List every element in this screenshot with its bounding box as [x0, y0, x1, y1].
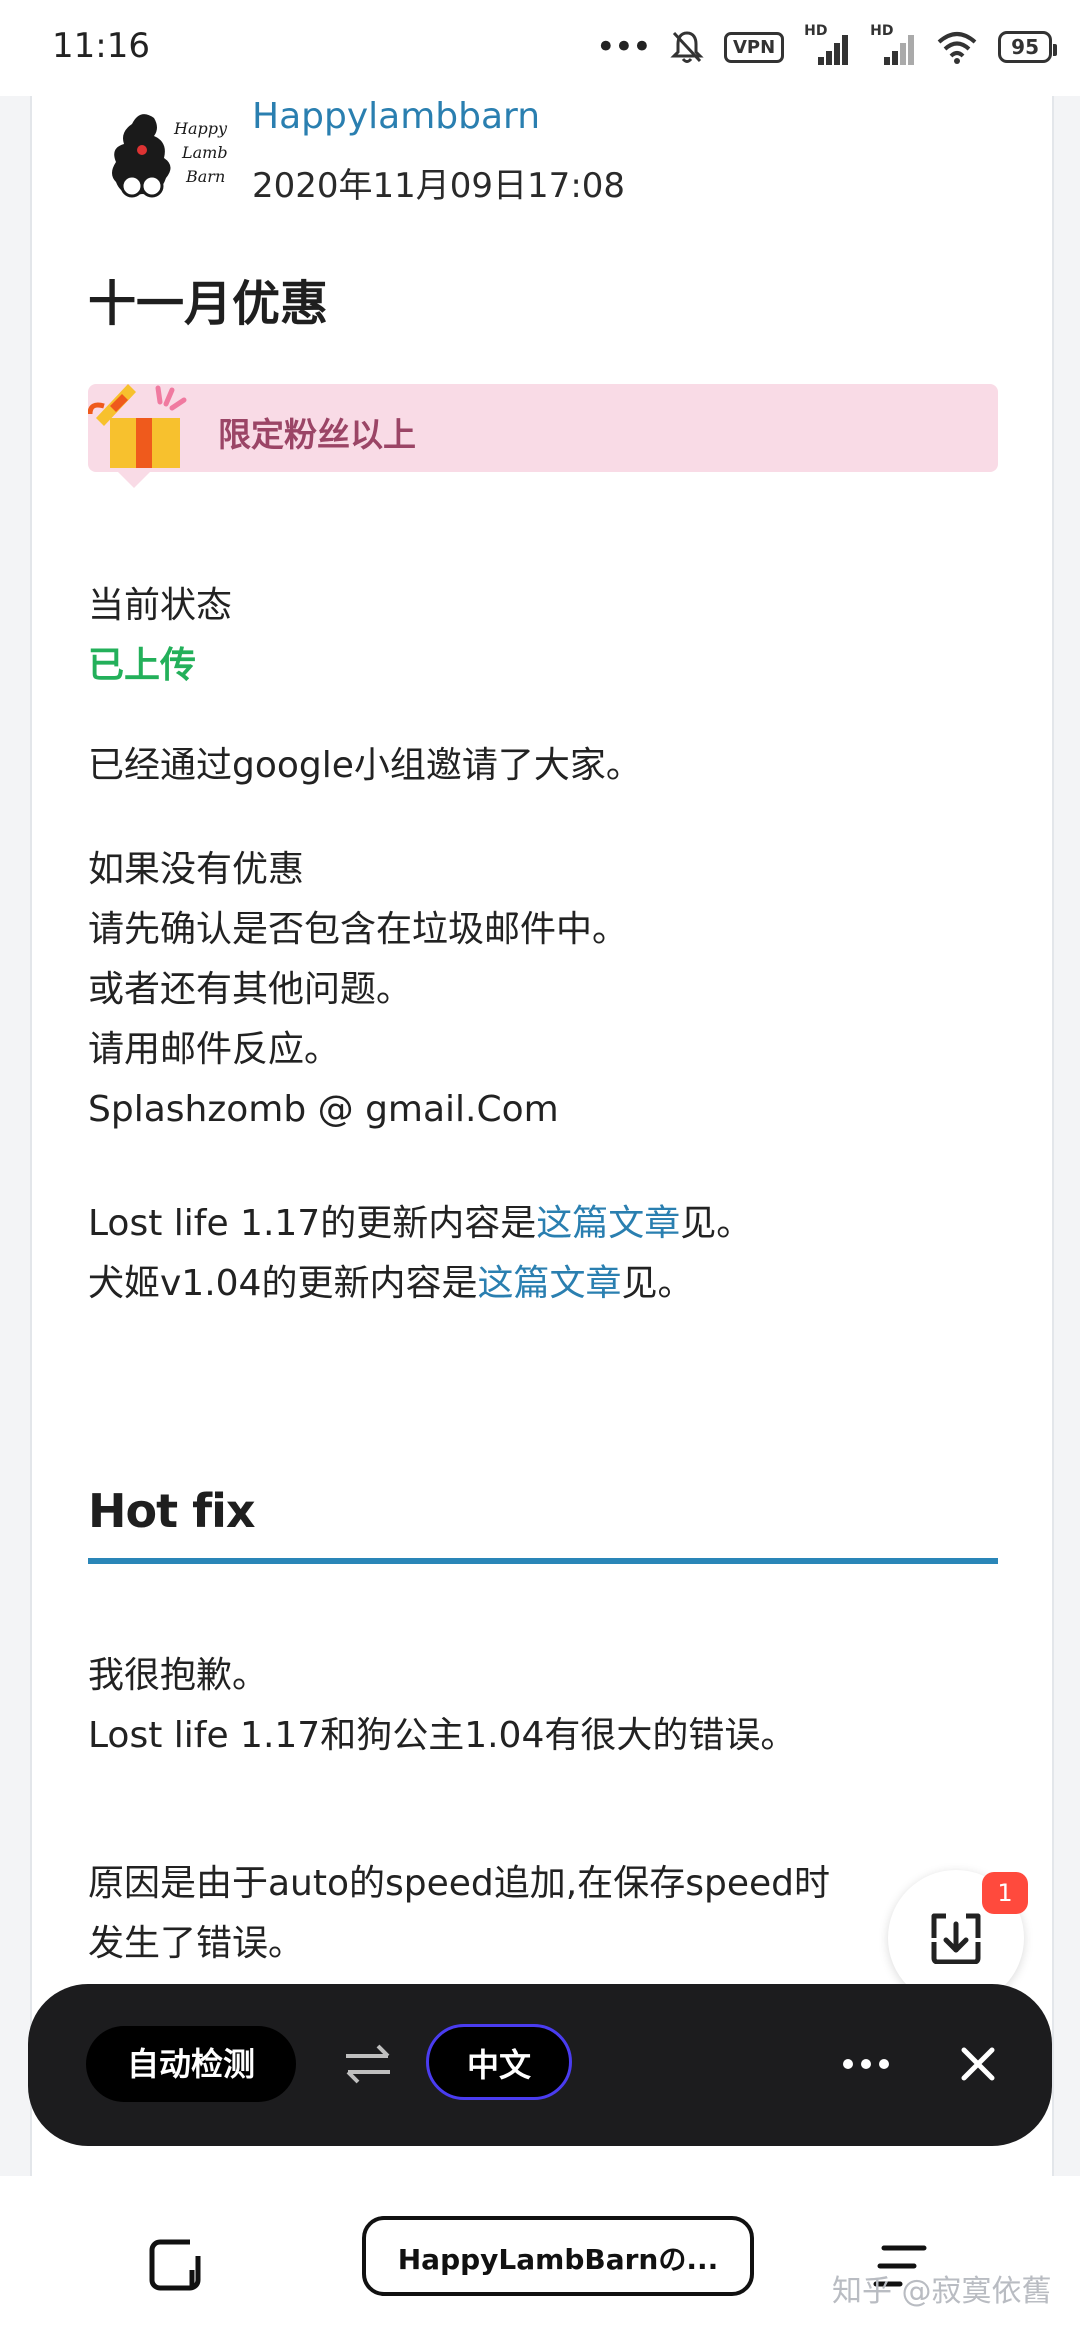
post-title: 十一月优惠 [88, 276, 329, 332]
svg-text:Lamb: Lamb [181, 143, 228, 162]
close-icon[interactable] [948, 2034, 1008, 2094]
text-line: Lost life 1.17和狗公主1.04有很大的错误。 [88, 1715, 797, 1756]
more-options-icon[interactable] [836, 2034, 896, 2094]
text-line: 如果没有优惠 [88, 849, 305, 890]
source-language-button[interactable]: 自动检测 [86, 2026, 296, 2102]
watermark: 知乎 @寂寞依舊 [832, 2274, 1052, 2309]
translate-bar: 自动检测 中文 [28, 1984, 1052, 2146]
status-icons: ••• VPN HD HD 95 [595, 22, 1057, 72]
paragraph-no-offer: 如果没有优惠 请先确认是否包含在垃圾邮件中。 或者还有其他问题。 请用邮件反应。… [88, 840, 628, 1140]
paragraph-updates: Lost life 1.17的更新内容是这篇文章见。 犬姬v1.04的更新内容是… [88, 1194, 752, 1314]
swap-languages-icon[interactable] [338, 2034, 398, 2094]
update-text: 见。 [680, 1203, 753, 1244]
author-name-link[interactable]: Happylambbarn [252, 96, 540, 137]
download-count-badge: 1 [982, 1872, 1028, 1914]
wifi-icon [937, 32, 977, 64]
article-link[interactable]: 这篇文章 [536, 1203, 680, 1244]
article-card: Happy Lamb Barn Happylambbarn 2020年11月09… [30, 96, 1054, 2176]
svg-text:Barn: Barn [185, 167, 225, 186]
paragraph-invite: 已经通过google小组邀请了大家。 [88, 745, 642, 786]
address-bar[interactable]: HappyLambBarnの... [362, 2216, 754, 2296]
signal-icon-1: HD [804, 23, 850, 67]
tabs-icon[interactable] [146, 2236, 210, 2296]
status-time: 11:16 [52, 26, 150, 66]
target-language-button[interactable]: 中文 [426, 2024, 572, 2100]
post-date: 2020年11月09日17:08 [252, 166, 626, 206]
signal-icon-2: HD [870, 23, 916, 67]
hotfix-heading: Hot fix [88, 1484, 256, 1538]
status-value: 已上传 [88, 645, 197, 686]
update-text: Lost life 1.17的更新内容是 [88, 1203, 537, 1244]
heading-divider [88, 1558, 998, 1564]
text-line: Splashzomb @ gmail.Com [88, 1089, 559, 1130]
vpn-badge: VPN [723, 31, 785, 63]
update-line-1: Lost life 1.17的更新内容是这篇文章见。 [88, 1194, 752, 1254]
text-line: 我很抱歉。 [88, 1655, 269, 1696]
tier-banner: 限定粉丝以上 [88, 384, 998, 488]
svg-text:Happy: Happy [173, 119, 228, 138]
more-notifications-icon: ••• [595, 27, 652, 67]
update-text: 见。 [621, 1263, 694, 1304]
text-line: 请用邮件反应。 [88, 1029, 341, 1070]
download-icon [931, 1913, 981, 1964]
text-line: 发生了错误。 [88, 1923, 305, 1964]
text-line: 请先确认是否包含在垃圾邮件中。 [88, 909, 629, 950]
bell-muted-icon [670, 31, 704, 63]
status-bar: 11:16 ••• VPN HD HD 95 [0, 0, 1080, 96]
update-line-2: 犬姬v1.04的更新内容是这篇文章见。 [88, 1254, 752, 1314]
author-avatar[interactable]: Happy Lamb Barn [102, 104, 232, 204]
gift-icon [88, 384, 187, 468]
text-line: 原因是由于auto的speed追加,在保存speed时 [88, 1863, 830, 1904]
paragraph-apology: 我很抱歉。 Lost life 1.17和狗公主1.04有很大的错误。 [88, 1646, 796, 1766]
text-line: 或者还有其他问题。 [88, 969, 413, 1010]
article-link[interactable]: 这篇文章 [477, 1263, 621, 1304]
tier-label: 限定粉丝以上 [218, 415, 416, 454]
bottom-nav: HappyLambBarnの... 知乎 @寂寞依舊 [0, 2176, 1080, 2340]
update-text: 犬姬v1.04的更新内容是 [88, 1263, 478, 1304]
status-label: 当前状态 [88, 585, 233, 626]
battery-indicator: 95 [998, 31, 1057, 63]
